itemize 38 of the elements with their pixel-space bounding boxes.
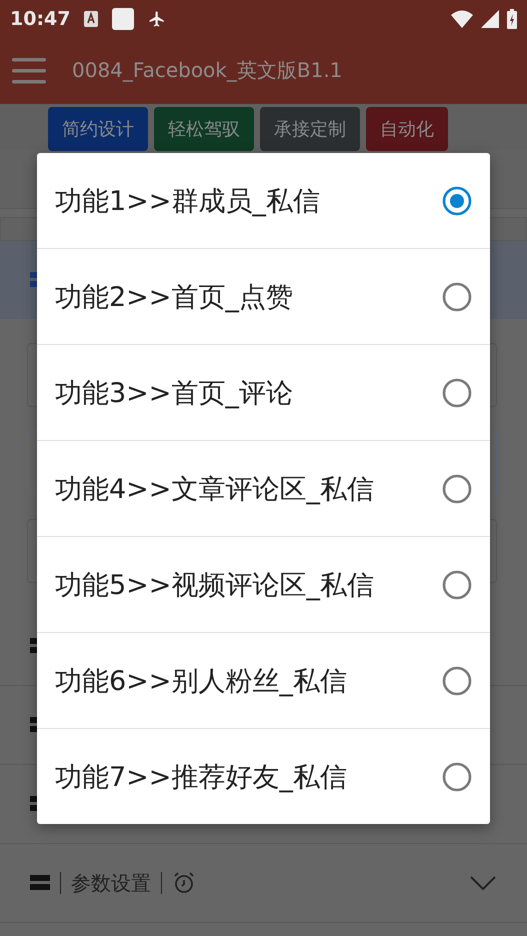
option-item[interactable]: 功能4>>文章评论区_私信 bbox=[37, 441, 490, 537]
option-label: 功能7>>推荐好友_私信 bbox=[55, 760, 347, 794]
radio-button[interactable] bbox=[442, 570, 472, 600]
option-label: 功能4>>文章评论区_私信 bbox=[55, 472, 374, 506]
chevron-down-icon[interactable] bbox=[469, 875, 497, 891]
radio-button[interactable] bbox=[442, 186, 472, 216]
block-icon bbox=[30, 873, 50, 893]
menu-icon[interactable] bbox=[12, 56, 46, 84]
signal-icon bbox=[481, 10, 499, 28]
option-item[interactable]: 功能5>>视频评论区_私信 bbox=[37, 537, 490, 633]
radio-button[interactable] bbox=[442, 378, 472, 408]
tag-button[interactable]: 简约设计 bbox=[48, 107, 148, 151]
battery-icon bbox=[507, 8, 517, 28]
tag-button[interactable]: 轻松驾驭 bbox=[154, 107, 254, 151]
radio-button[interactable] bbox=[442, 282, 472, 312]
tag-button[interactable]: 自动化 bbox=[366, 107, 448, 151]
option-label: 功能3>>首页_评论 bbox=[55, 376, 293, 410]
option-label: 功能6>>别人粉丝_私信 bbox=[55, 664, 347, 698]
option-label: 功能1>>群成员_私信 bbox=[55, 184, 320, 218]
app-title: 0084_Facebook_英文版B1.1 bbox=[72, 57, 342, 84]
option-item[interactable]: 功能1>>群成员_私信 bbox=[37, 153, 490, 249]
option-item[interactable]: 功能6>>别人粉丝_私信 bbox=[37, 633, 490, 729]
radio-button[interactable] bbox=[442, 666, 472, 696]
status-time: 10:47 bbox=[10, 8, 70, 30]
option-item[interactable]: 功能2>>首页_点赞 bbox=[37, 249, 490, 345]
tag-button[interactable]: 承接定制 bbox=[260, 107, 360, 151]
option-label: 功能5>>视频评论区_私信 bbox=[55, 568, 374, 602]
option-label: 功能2>>首页_点赞 bbox=[55, 280, 293, 314]
wifi-icon bbox=[451, 10, 473, 28]
keyboard-icon bbox=[84, 10, 98, 26]
settings-label: 参数设置 bbox=[71, 870, 151, 896]
airplane-icon bbox=[148, 10, 166, 28]
option-item[interactable]: 功能3>>首页_评论 bbox=[37, 345, 490, 441]
radio-button[interactable] bbox=[442, 762, 472, 792]
option-item[interactable]: 功能7>>推荐好友_私信 bbox=[37, 729, 490, 824]
alarm-clock-icon bbox=[172, 871, 196, 895]
square-icon bbox=[112, 8, 134, 30]
radio-button[interactable] bbox=[442, 474, 472, 504]
